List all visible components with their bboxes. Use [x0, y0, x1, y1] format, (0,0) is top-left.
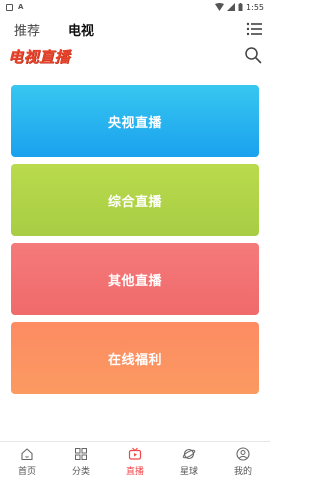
nav-item-planet[interactable]: 星球 — [162, 442, 216, 480]
nav-label: 星球 — [179, 467, 198, 477]
signal-icon — [227, 3, 236, 11]
wifi-icon — [215, 3, 225, 11]
home-icon — [21, 448, 33, 461]
nav-label: 直播 — [125, 467, 144, 477]
notification-icon — [6, 3, 13, 11]
card-label: 央视直播 — [107, 115, 162, 131]
status-right: 1:55 — [215, 3, 264, 12]
nav-item-live[interactable]: 直播 — [108, 442, 162, 480]
nav-label: 首页 — [17, 467, 36, 477]
card-label: 其他直播 — [107, 273, 162, 289]
status-time: 1:55 — [246, 2, 264, 12]
user-icon — [236, 447, 250, 461]
nav-label: 我的 — [233, 467, 252, 477]
card-label: 综合直播 — [107, 194, 162, 210]
app-logo: 电视直播 — [8, 48, 71, 66]
card-other-live[interactable]: 其他直播 — [11, 243, 259, 315]
status-bar: A 1:55 — [0, 0, 270, 14]
nav-item-home[interactable]: 首页 — [0, 442, 54, 480]
status-left: A — [6, 3, 23, 11]
app-notification-icon: A — [18, 3, 24, 11]
tab-tv[interactable]: 电视 — [68, 20, 94, 39]
nav-label: 分类 — [71, 467, 90, 477]
tv-icon — [128, 447, 142, 460]
card-label: 在线福利 — [107, 352, 162, 368]
top-tab-bar: 推荐 电视 — [0, 16, 270, 42]
menu-list-icon[interactable] — [246, 22, 262, 36]
search-icon[interactable] — [244, 46, 262, 64]
card-cctv-live[interactable]: 央视直播 — [11, 85, 259, 157]
bottom-nav: 首页 分类 直播 星球 我的 — [0, 441, 270, 480]
grid-icon — [75, 448, 87, 460]
card-general-live[interactable]: 综合直播 — [11, 164, 259, 236]
card-online-welfare[interactable]: 在线福利 — [11, 322, 259, 394]
planet-icon — [182, 448, 196, 460]
battery-icon — [238, 3, 243, 11]
nav-item-category[interactable]: 分类 — [54, 442, 108, 480]
tab-recommend[interactable]: 推荐 — [14, 20, 40, 39]
nav-item-mine[interactable]: 我的 — [216, 442, 270, 480]
